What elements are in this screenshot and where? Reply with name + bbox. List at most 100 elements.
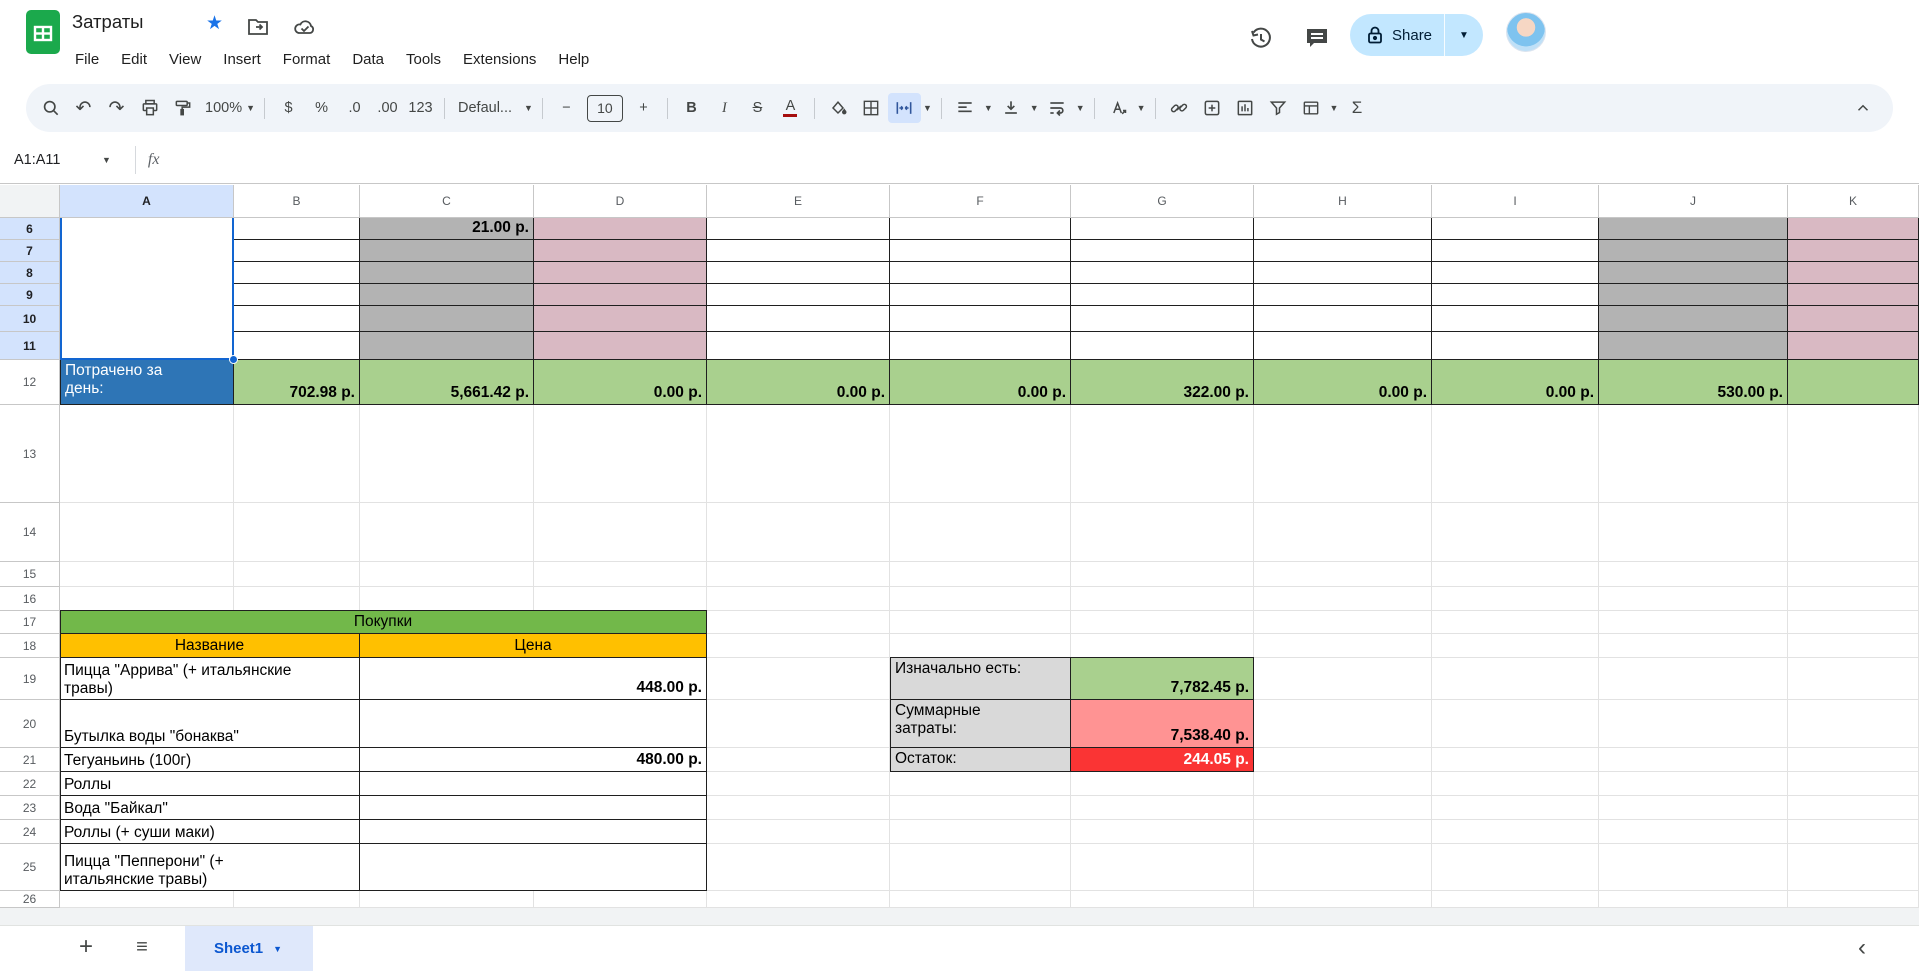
cell-F25[interactable] (890, 844, 1071, 891)
fill-handle[interactable] (229, 355, 238, 364)
cell-J15[interactable] (1599, 562, 1788, 587)
cell-E22[interactable] (707, 772, 890, 796)
row-header-23[interactable]: 23 (0, 796, 60, 820)
cell-K8[interactable] (1788, 262, 1919, 284)
row-header-25[interactable]: 25 (0, 844, 60, 891)
cell-E14[interactable] (707, 503, 890, 562)
sheet-tab-caret-icon[interactable]: ▼ (271, 944, 284, 954)
cell-J8[interactable] (1599, 262, 1788, 284)
cell-C23[interactable] (360, 796, 707, 820)
cell-K24[interactable] (1788, 820, 1919, 844)
cell-E10[interactable] (707, 306, 890, 332)
cell-E17[interactable] (707, 611, 890, 634)
cell-J19[interactable] (1599, 658, 1788, 700)
row-header-13[interactable]: 13 (0, 405, 60, 503)
row-header-12[interactable]: 12 (0, 360, 60, 405)
row-header-20[interactable]: 20 (0, 700, 60, 748)
cell-E13[interactable] (707, 405, 890, 503)
cell-E26[interactable] (707, 891, 890, 908)
cell-K23[interactable] (1788, 796, 1919, 820)
row-header-6[interactable]: 6 (0, 218, 60, 240)
summary-value-21[interactable]: 244.05 р. (1071, 748, 1254, 772)
cell-J26[interactable] (1599, 891, 1788, 908)
cell-F14[interactable] (890, 503, 1071, 562)
cell-B15[interactable] (234, 562, 360, 587)
cell-E6[interactable] (707, 218, 890, 240)
cell-G14[interactable] (1071, 503, 1254, 562)
cell-K16[interactable] (1788, 587, 1919, 611)
cell-I23[interactable] (1432, 796, 1599, 820)
cell-K11[interactable] (1788, 332, 1919, 360)
cell-I25[interactable] (1432, 844, 1599, 891)
cell-H22[interactable] (1254, 772, 1432, 796)
cell-K19[interactable] (1788, 658, 1919, 700)
cell-F10[interactable] (890, 306, 1071, 332)
cell-B13[interactable] (234, 405, 360, 503)
row-header-10[interactable]: 10 (0, 306, 60, 332)
cell-C12[interactable]: 5,661.42 р. (360, 360, 534, 405)
cell-E19[interactable] (707, 658, 890, 700)
cell-J11[interactable] (1599, 332, 1788, 360)
cell-G12[interactable]: 322.00 р. (1071, 360, 1254, 405)
cell-C20[interactable] (360, 700, 707, 748)
row-header-24[interactable]: 24 (0, 820, 60, 844)
cell-A17-purchases-title[interactable]: Покупки (60, 611, 707, 634)
cell-J9[interactable] (1599, 284, 1788, 306)
row-header-21[interactable]: 21 (0, 748, 60, 772)
cell-C24[interactable] (360, 820, 707, 844)
cell-F18[interactable] (890, 634, 1071, 658)
cell-I22[interactable] (1432, 772, 1599, 796)
column-header-K[interactable]: K (1788, 185, 1919, 218)
cell-I11[interactable] (1432, 332, 1599, 360)
cell-D16[interactable] (534, 587, 707, 611)
column-header-H[interactable]: H (1254, 185, 1432, 218)
cell-J23[interactable] (1599, 796, 1788, 820)
cell-G26[interactable] (1071, 891, 1254, 908)
cell-E20[interactable] (707, 700, 890, 748)
cell-H16[interactable] (1254, 587, 1432, 611)
cell-G15[interactable] (1071, 562, 1254, 587)
cell-E25[interactable] (707, 844, 890, 891)
cell-H11[interactable] (1254, 332, 1432, 360)
cell-H8[interactable] (1254, 262, 1432, 284)
cell-E15[interactable] (707, 562, 890, 587)
cell-G9[interactable] (1071, 284, 1254, 306)
cell-A14[interactable] (60, 503, 234, 562)
cell-A25[interactable]: Пицца "Пепперони" (+ итальянские травы) (60, 844, 360, 891)
row-header-15[interactable]: 15 (0, 562, 60, 587)
cell-B7[interactable] (234, 240, 360, 262)
cell-C9[interactable] (360, 284, 534, 306)
cell-J20[interactable] (1599, 700, 1788, 748)
cell-G23[interactable] (1071, 796, 1254, 820)
cell-I8[interactable] (1432, 262, 1599, 284)
cell-I7[interactable] (1432, 240, 1599, 262)
cell-K17[interactable] (1788, 611, 1919, 634)
column-header-A[interactable]: A (60, 185, 234, 218)
cell-D6[interactable] (534, 218, 707, 240)
summary-label-19[interactable]: Изначально есть: (890, 658, 1071, 700)
cell-G10[interactable] (1071, 306, 1254, 332)
cell-H26[interactable] (1254, 891, 1432, 908)
cell-K12[interactable] (1788, 360, 1919, 405)
cell-A20[interactable]: Бутылка воды "бонаква" (60, 700, 360, 748)
add-sheet-button[interactable]: + (70, 931, 102, 963)
horizontal-scrollbar-track[interactable] (0, 908, 1919, 925)
cell-J25[interactable] (1599, 844, 1788, 891)
cell-D11[interactable] (534, 332, 707, 360)
cell-B16[interactable] (234, 587, 360, 611)
cell-A12[interactable]: Потрачено за день: (60, 360, 234, 405)
cell-F17[interactable] (890, 611, 1071, 634)
cell-H9[interactable] (1254, 284, 1432, 306)
row-header-26[interactable]: 26 (0, 891, 60, 908)
cell-F16[interactable] (890, 587, 1071, 611)
summary-label-20[interactable]: Суммарные затраты: (890, 700, 1071, 748)
cell-I26[interactable] (1432, 891, 1599, 908)
cell-E24[interactable] (707, 820, 890, 844)
cell-D9[interactable] (534, 284, 707, 306)
row-header-8[interactable]: 8 (0, 262, 60, 284)
cell-I13[interactable] (1432, 405, 1599, 503)
tab-sheet1[interactable]: Sheet1 ▼ (185, 926, 313, 971)
cell-H12[interactable]: 0.00 р. (1254, 360, 1432, 405)
cell-B11[interactable] (234, 332, 360, 360)
cell-B26[interactable] (234, 891, 360, 908)
